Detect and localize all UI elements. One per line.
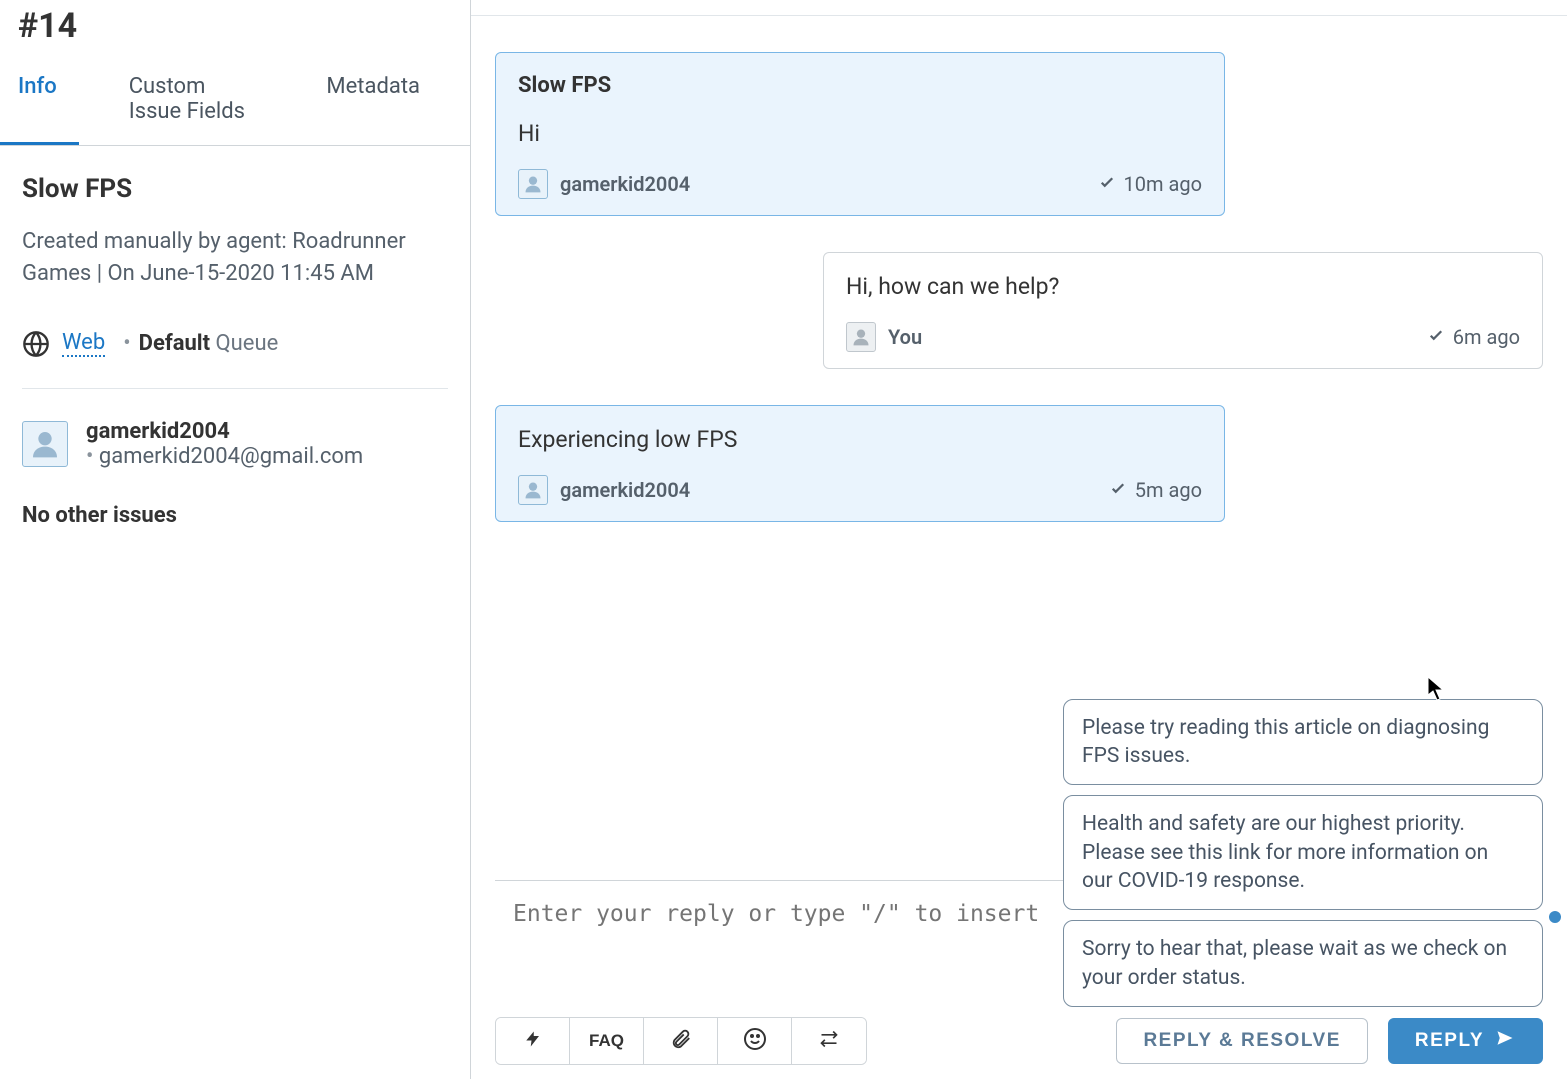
send-icon	[1494, 1029, 1516, 1053]
message-time: 6m ago	[1453, 325, 1520, 349]
message-author: gamerkid2004	[560, 172, 690, 196]
source-web-link[interactable]: Web	[62, 330, 105, 357]
tab-info[interactable]: Info	[0, 60, 79, 145]
reply-label: REPLY	[1415, 1030, 1484, 1052]
quick-action-button[interactable]	[496, 1018, 570, 1064]
suggestion-item[interactable]: Sorry to hear that, please wait as we ch…	[1063, 920, 1543, 1007]
smiley-icon	[743, 1027, 767, 1056]
source-row: Web • Default Queue	[22, 330, 448, 358]
no-other-issues: No other issues	[22, 503, 448, 528]
faq-button[interactable]: FAQ	[570, 1018, 644, 1064]
suggestions-panel: Please try reading this article on diagn…	[1063, 699, 1543, 1007]
tab-custom-fields[interactable]: Custom Issue Fields	[107, 60, 277, 145]
issue-title: Slow FPS	[22, 174, 448, 204]
issue-created-line: Created manually by agent: Roadrunner Ga…	[22, 226, 448, 290]
queue-text: Queue	[216, 331, 279, 356]
reply-button[interactable]: REPLY	[1388, 1018, 1543, 1064]
message-author: You	[888, 325, 922, 349]
message-agent: Hi, how can we help? You 6m ago	[823, 252, 1543, 369]
reply-resolve-button[interactable]: REPLY & RESOLVE	[1116, 1018, 1367, 1064]
suggestion-item[interactable]: Please try reading this article on diagn…	[1063, 699, 1543, 786]
emoji-button[interactable]	[718, 1018, 792, 1064]
sidebar: #14 Info Custom Issue Fields Metadata Sl…	[0, 0, 471, 1079]
message-text: Experiencing low FPS	[518, 426, 1202, 453]
user-name: gamerkid2004	[86, 419, 363, 444]
tab-metadata[interactable]: Metadata	[304, 60, 442, 145]
swap-icon	[817, 1029, 841, 1054]
message-time: 5m ago	[1135, 478, 1202, 502]
message-title: Slow FPS	[518, 73, 1202, 98]
queue-default-label: Default	[139, 331, 210, 356]
notification-dot	[1549, 911, 1561, 923]
message-customer: Experiencing low FPS gamerkid2004 5m ago	[495, 405, 1225, 522]
avatar-icon	[518, 475, 548, 505]
avatar-icon	[846, 322, 876, 352]
globe-icon	[22, 330, 50, 358]
main-panel: Slow FPS Hi gamerkid2004 10m ago Hi,	[471, 0, 1567, 1079]
check-icon	[1109, 478, 1127, 502]
issue-body: Slow FPS Created manually by agent: Road…	[0, 146, 470, 556]
divider	[22, 388, 448, 389]
user-row[interactable]: gamerkid2004 gamerkid2004@gmail.com	[22, 419, 448, 469]
message-author: gamerkid2004	[560, 478, 690, 502]
avatar-icon	[22, 421, 68, 467]
message-time: 10m ago	[1124, 172, 1203, 196]
footer-bar: FAQ REPLY & RESOLVE REPLY	[471, 1017, 1567, 1079]
separator-dot: •	[123, 331, 130, 356]
user-email: gamerkid2004@gmail.com	[86, 444, 363, 469]
message-text: Hi	[518, 120, 1202, 147]
tool-group: FAQ	[495, 1017, 867, 1065]
suggestion-item[interactable]: Health and safety are our highest priori…	[1063, 795, 1543, 910]
tabs: Info Custom Issue Fields Metadata	[0, 60, 470, 146]
check-icon	[1098, 172, 1116, 196]
swap-button[interactable]	[792, 1018, 866, 1064]
check-icon	[1427, 325, 1445, 349]
header-divider	[471, 0, 1567, 16]
message-customer: Slow FPS Hi gamerkid2004 10m ago	[495, 52, 1225, 216]
message-text: Hi, how can we help?	[846, 273, 1520, 300]
issue-id: #14	[0, 0, 470, 60]
attachment-button[interactable]	[644, 1018, 718, 1064]
avatar-icon	[518, 169, 548, 199]
paperclip-icon	[670, 1028, 692, 1055]
lightning-icon	[524, 1028, 542, 1055]
